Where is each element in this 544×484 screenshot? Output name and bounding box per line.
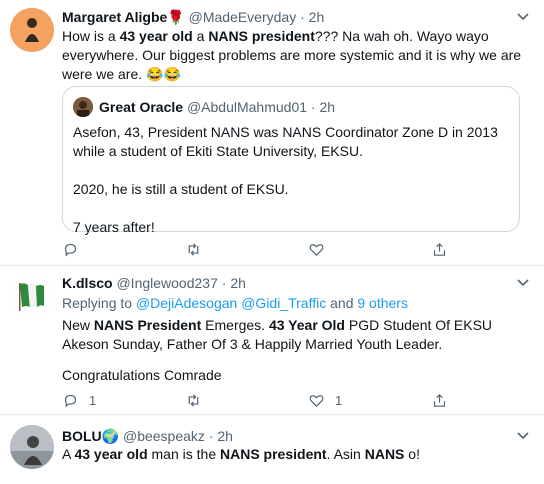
text-segment: man is the: [147, 446, 220, 462]
avatar[interactable]: [10, 425, 54, 469]
reply-button[interactable]: 1: [62, 391, 185, 409]
like-button[interactable]: [308, 240, 431, 258]
share-button[interactable]: [431, 391, 544, 409]
quoted-avatar: [73, 97, 93, 117]
separator-dot: ·: [208, 428, 214, 444]
quoted-paragraph: 2020, he is still a student of EKSU.: [73, 181, 289, 197]
tweet-header: Margaret Aligbe🌹 @MadeEveryday · 2h: [62, 8, 324, 26]
text-bold: NANS: [364, 446, 405, 462]
quoted-text: Asefon, 43, President NANS was NANS Coor…: [73, 123, 509, 256]
tweet-header: BOLU🌍 @beespeakz · 2h: [62, 427, 233, 445]
timestamp[interactable]: 2h: [309, 9, 325, 25]
user-handle[interactable]: @Inglewood237: [116, 275, 217, 291]
quoted-tweet[interactable]: Great Oracle @AbdulMahmud01 · 2h Asefon,…: [62, 86, 520, 235]
timestamp[interactable]: 2h: [230, 275, 246, 291]
reply-button[interactable]: [62, 240, 185, 258]
tweet[interactable]: BOLU🌍 @beespeakz · 2h A 43 year old man …: [0, 415, 544, 484]
avatar[interactable]: [10, 274, 54, 318]
tweet-text: A 43 year old man is the NANS president.…: [62, 445, 530, 464]
user-handle[interactable]: @beespeakz: [123, 428, 205, 444]
retweet-icon: [188, 393, 199, 407]
user-handle[interactable]: @MadeEveryday: [189, 9, 297, 25]
text-segment: Emerges.: [201, 317, 269, 333]
display-name[interactable]: Margaret Aligbe🌹: [62, 9, 185, 25]
text-bold: 43 year old: [74, 446, 148, 462]
chevron-down-icon[interactable]: [514, 276, 532, 290]
text-segment: How is a: [62, 28, 120, 44]
text-segment: o!: [404, 446, 420, 462]
tweet-header: K.dlsco @Inglewood237 · 2h: [62, 274, 246, 292]
quoted-header: Great Oracle @AbdulMahmud01 · 2h: [99, 98, 335, 116]
replying-to: Replying to @DejiAdesogan @Gidi_Traffic …: [62, 294, 530, 313]
tweet-feed: Margaret Aligbe🌹 @MadeEveryday · 2h How …: [0, 0, 544, 484]
tweet[interactable]: K.dlsco @Inglewood237 · 2h Replying to @…: [0, 266, 544, 415]
share-icon: [433, 242, 446, 256]
text-segment: A: [62, 446, 75, 462]
text-segment: New: [62, 317, 94, 333]
like-count: 1: [335, 392, 343, 408]
retweet-button[interactable]: [185, 391, 308, 409]
share-button[interactable]: [431, 240, 544, 258]
text-bold: NANS president: [208, 28, 315, 44]
reply-icon: [64, 394, 77, 408]
separator-dot: ·: [300, 9, 305, 25]
text-segment: . Asin: [326, 446, 365, 462]
replying-users-link[interactable]: @DejiAdesogan @Gidi_Traffic: [136, 295, 326, 311]
text-bold: NANS president: [220, 446, 327, 462]
like-button[interactable]: 1: [308, 391, 431, 409]
replying-and: and: [326, 295, 358, 311]
avatar[interactable]: [10, 8, 54, 52]
heart-icon: [309, 243, 324, 256]
separator-dot: ·: [221, 275, 227, 291]
share-icon: [433, 393, 446, 407]
quoted-timestamp: 2h: [319, 99, 336, 115]
retweet-icon: [188, 242, 199, 256]
tweet-actions: [62, 240, 544, 258]
reply-icon: [64, 243, 77, 257]
reply-count: 1: [89, 392, 97, 408]
replying-label: Replying to: [62, 295, 136, 311]
retweet-button[interactable]: [185, 240, 308, 258]
display-name[interactable]: K.dlsco: [62, 275, 113, 291]
tweet-text: New NANS President Emerges. 43 Year Old …: [62, 316, 530, 354]
heart-icon: [309, 394, 324, 407]
quoted-paragraph: Asefon, 43, President NANS was NANS Coor…: [73, 124, 498, 159]
tweet-actions: 1 1: [62, 391, 544, 409]
replying-others-link[interactable]: 9 others: [357, 295, 408, 311]
quoted-user-handle: @AbdulMahmud01: [186, 99, 308, 115]
display-name[interactable]: BOLU🌍: [62, 428, 119, 444]
text-bold: 43 Year Old: [268, 317, 345, 333]
timestamp[interactable]: 2h: [217, 428, 233, 444]
separator-dot: ·: [310, 99, 316, 115]
chevron-down-icon[interactable]: [514, 10, 532, 24]
quoted-paragraph: 7 years after!: [73, 219, 155, 235]
text-bold: NANS President: [93, 317, 202, 333]
chevron-down-icon[interactable]: [514, 429, 532, 443]
tweet-text: How is a 43 year old a NANS president???…: [62, 27, 530, 84]
tweet-text-second: Congratulations Comrade: [62, 367, 222, 383]
text-bold: 43 year old: [119, 28, 193, 44]
tweet[interactable]: Margaret Aligbe🌹 @MadeEveryday · 2h How …: [0, 0, 544, 266]
text-segment: a: [192, 28, 209, 44]
quoted-display-name: Great Oracle: [99, 99, 184, 115]
